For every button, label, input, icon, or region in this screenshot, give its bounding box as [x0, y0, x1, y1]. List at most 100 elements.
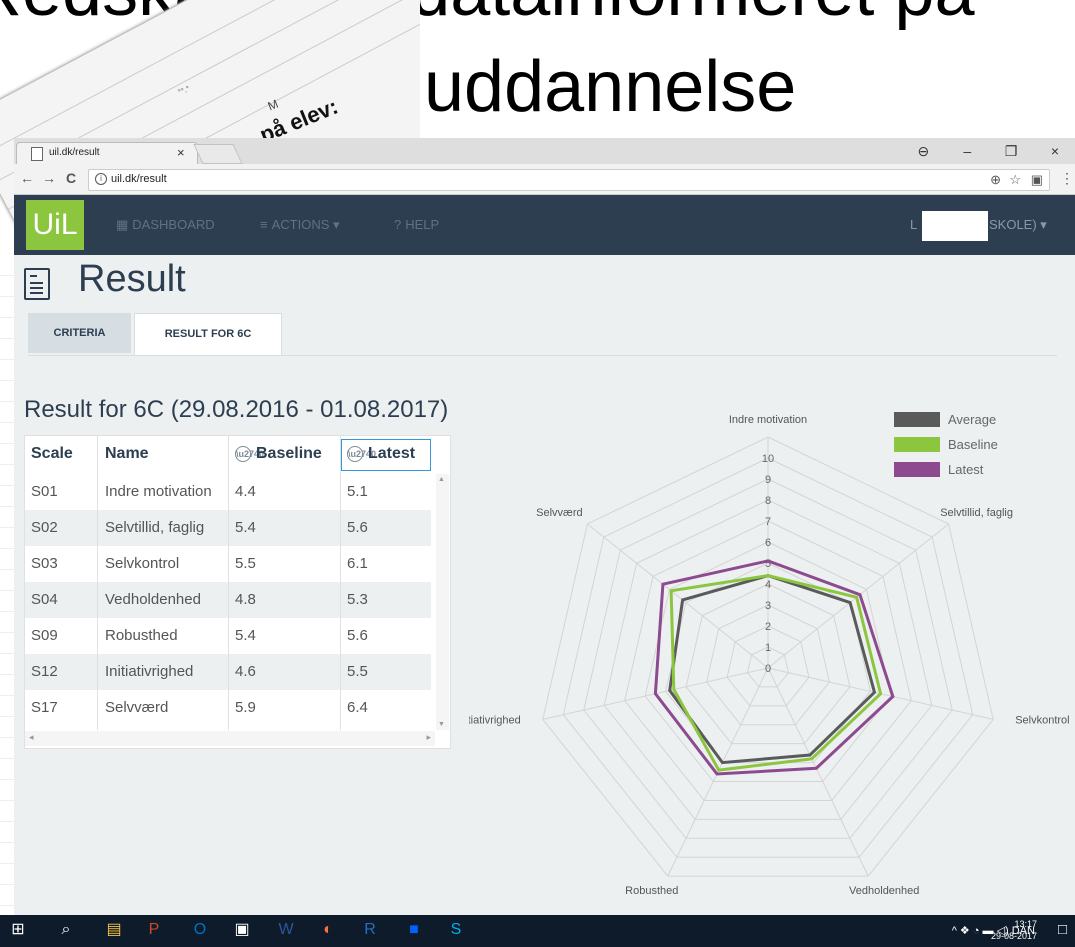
column-header-latest[interactable]: \u2740Latest — [347, 436, 415, 472]
windows-taskbar: ⊞ ⌕ ▤ P O ▣ W ◐ R ■ S ^ ❖ ◔ ▬ ◁) DAN 13:17 29-08-2… — [0, 915, 1075, 947]
cell-scale: S04 — [31, 591, 58, 608]
chart-legend: Average Baseline Latest — [894, 412, 1054, 482]
brand-logo[interactable]: UiL — [26, 200, 84, 250]
scroll-up-icon[interactable]: ▲ — [438, 476, 445, 483]
scroll-right-icon[interactable]: ▸ — [426, 732, 431, 743]
cell-scale: S03 — [31, 555, 58, 572]
notification-icon[interactable]: □ — [1058, 921, 1067, 938]
axis-label: Vedholdenhed — [849, 885, 919, 897]
store-icon[interactable]: ▣ — [232, 920, 252, 940]
legend-label: Latest — [948, 462, 984, 477]
user-menu[interactable]: SKOLE) ▾ — [989, 217, 1047, 233]
scroll-down-icon[interactable]: ▼ — [438, 721, 445, 728]
user-menu-prefix: L — [910, 217, 918, 232]
scroll-left-icon[interactable]: ◂ — [29, 732, 34, 743]
column-header-scale[interactable]: Scale — [31, 436, 73, 472]
nav-dashboard-label: DASHBOARD — [132, 217, 215, 232]
legend-label: Baseline — [948, 437, 998, 452]
cell-baseline: 5.4 — [235, 519, 256, 536]
legend-swatch — [894, 412, 940, 427]
nav-dashboard[interactable]: ▦ DASHBOARD — [116, 217, 215, 233]
minimize-button[interactable]: – — [947, 138, 987, 164]
browser-window: uil.dk/result × ⊖ – ❐ × ← → C i uil.dk/r… — [14, 138, 1075, 915]
cell-latest: 5.5 — [347, 663, 368, 680]
clock-date: 29-08-2017 — [990, 931, 1037, 941]
outlook-icon[interactable]: O — [190, 920, 210, 940]
extension-icon[interactable]: ▣ — [1031, 172, 1043, 188]
help-icon: ? — [394, 217, 402, 232]
menu-icon[interactable]: ⋮ — [1060, 170, 1074, 187]
axis-line — [587, 523, 769, 669]
cell-latest: 5.1 — [347, 483, 368, 500]
new-tab-button[interactable] — [193, 144, 243, 164]
tick-label: 4 — [765, 579, 771, 591]
cell-baseline: 5.9 — [235, 699, 256, 716]
url-text: uil.dk/result — [111, 173, 167, 185]
tick-label: 7 — [765, 516, 771, 528]
tab-criteria[interactable]: CRITERIA — [28, 313, 131, 353]
tick-label: 2 — [765, 621, 771, 633]
bookmark-star-icon[interactable]: ☆ — [1009, 172, 1021, 188]
dropbox-icon[interactable]: ■ — [404, 920, 424, 940]
clock[interactable]: 13:17 29-08-2017 — [991, 918, 1037, 942]
tab-result-for-6c[interactable]: RESULT FOR 6C — [134, 313, 282, 355]
column-divider — [340, 436, 341, 730]
column-header-name[interactable]: Name — [105, 436, 149, 472]
tick-label: 10 — [762, 453, 774, 465]
file-explorer-icon[interactable]: ▤ — [104, 920, 124, 940]
axis-label: Selvværd — [536, 507, 582, 519]
start-icon[interactable]: ⊞ — [8, 920, 28, 940]
reload-button[interactable]: C — [66, 170, 76, 186]
results-table: Scale Name \u2740Baseline \u2740Latest S… — [24, 435, 451, 749]
dashboard-icon: ▦ — [116, 217, 129, 232]
cell-scale: S02 — [31, 519, 58, 536]
cell-latest: 6.4 — [347, 699, 368, 716]
cell-name: Indre motivation — [105, 483, 212, 500]
forward-button[interactable]: → — [42, 170, 56, 186]
word-icon[interactable]: W — [276, 920, 296, 940]
cell-latest: 5.3 — [347, 591, 368, 608]
info-icon[interactable]: i — [95, 173, 107, 185]
cell-name: Selvkontrol — [105, 555, 180, 572]
axis-label: Initiativrighed — [469, 714, 521, 726]
address-bar: ← → C i uil.dk/result ⊕ ☆ ▣ ⋮ — [14, 164, 1075, 195]
horizontal-scrollbar[interactable]: ◂ ▸ — [25, 731, 435, 746]
nav-help-label: HELP — [405, 217, 440, 232]
nav-help[interactable]: ? HELP — [394, 217, 439, 232]
powerpoint-icon[interactable]: P — [144, 920, 164, 940]
profile-icon[interactable]: ⊖ — [903, 138, 943, 164]
badge-icon: \u2740 — [347, 445, 376, 462]
column-header-baseline[interactable]: \u2740Baseline — [235, 436, 322, 472]
cell-scale: S09 — [31, 627, 58, 644]
cell-baseline: 5.4 — [235, 627, 256, 644]
cell-scale: S12 — [31, 663, 58, 680]
vertical-scrollbar[interactable]: ▲ ▼ — [436, 474, 449, 730]
close-tab-icon[interactable]: × — [177, 145, 185, 160]
tick-label: 0 — [765, 663, 771, 675]
axis-line — [767, 667, 869, 877]
cell-baseline: 4.6 — [235, 663, 256, 680]
column-divider — [228, 436, 229, 730]
url-input[interactable]: i uil.dk/result ⊕ ☆ ▣ — [88, 169, 1050, 191]
axis-label: Selvtillid, faglig — [940, 507, 1013, 519]
result-tabs: CRITERIA RESULT FOR 6C — [28, 313, 1057, 356]
nav-actions[interactable]: ≡ ACTIONS ▾ — [260, 217, 340, 233]
user-name-redacted — [922, 211, 988, 241]
r-icon[interactable]: R — [360, 920, 380, 940]
maximize-button[interactable]: ❐ — [991, 138, 1031, 164]
zoom-icon[interactable]: ⊕ — [990, 172, 1001, 188]
browser-tab[interactable]: uil.dk/result × — [16, 142, 198, 165]
firefox-icon[interactable]: ◐ — [318, 920, 338, 940]
result-subtitle: Result for 6C (29.08.2016 - 01.08.2017) — [24, 396, 449, 423]
back-button[interactable]: ← — [20, 170, 34, 186]
close-window-button[interactable]: × — [1035, 138, 1075, 164]
column-header-baseline-label: Baseline — [256, 445, 322, 462]
skype-icon[interactable]: S — [446, 920, 466, 940]
axis-label: Indre motivation — [729, 414, 807, 426]
document-icon — [24, 268, 50, 300]
column-divider — [97, 436, 98, 730]
cell-latest: 5.6 — [347, 627, 368, 644]
search-icon[interactable]: ⌕ — [56, 920, 76, 940]
tick-label: 9 — [765, 474, 771, 486]
tick-label: 3 — [765, 600, 771, 612]
